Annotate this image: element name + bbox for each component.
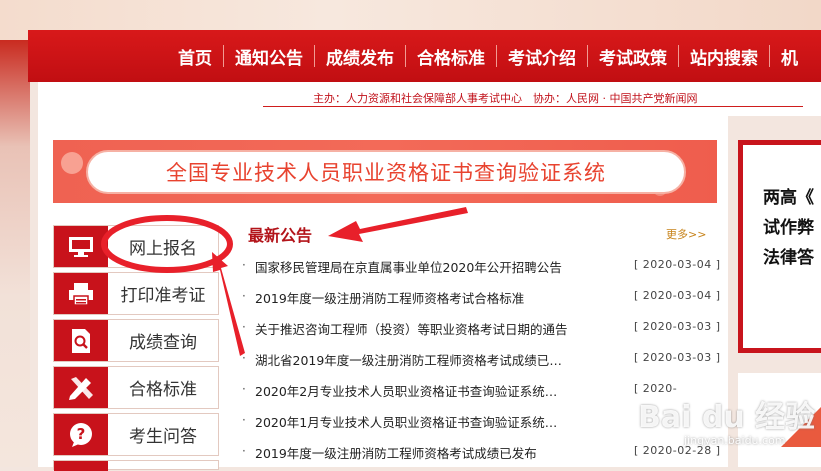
bullet: · — [242, 289, 246, 303]
sidebar-item-cut[interactable] — [53, 460, 219, 471]
sidebar-item-label: 合格标准 — [129, 380, 197, 400]
notice-date: [ 2020-03-04 ] — [634, 289, 721, 302]
search-document-icon — [54, 320, 108, 361]
notice-link[interactable]: 关于推迟咨询工程师（投资）等职业资格考试日期的通告 — [255, 319, 603, 338]
printer-icon — [54, 273, 108, 314]
notice-link[interactable]: 2020年1月专业技术人员职业资格证书查询验证系统… — [255, 412, 603, 431]
sidebar-item-label: 打印准考证 — [120, 286, 206, 306]
nav-notices[interactable]: 通知公告 — [235, 44, 326, 69]
nav-standards[interactable]: 合格标准 — [417, 44, 508, 69]
nav-site-search[interactable]: 站内搜索 — [690, 44, 781, 69]
nav-more-cut[interactable]: 机 — [781, 44, 798, 69]
sidebar-item-label: 网上报名 — [129, 239, 197, 259]
nav-exam-intro[interactable]: 考试介绍 — [508, 44, 599, 69]
notice-list: · 国家移民管理局在京直属事业单位2020年公开招聘公告 [ 2020-03-04 … — [242, 252, 720, 469]
certificate-verification-banner[interactable]: 全国专业技术人员职业资格证书查询验证系统 — [53, 140, 717, 203]
sidebar-item-score-query[interactable]: 成绩查询 — [53, 319, 219, 362]
notice-date: [ 2020- — [634, 382, 678, 395]
notice-date: [ 2020-02-28 ] — [634, 444, 721, 457]
notice-item[interactable]: · 2020年2月专业技术人员职业资格证书查询验证系统… [ 2020- — [242, 376, 714, 407]
sub-header: 主办：人力资源和社会保障部人事考试中心 协办：人民网 · 中国共产党新闻网 — [38, 82, 821, 116]
notice-date: [ 2020-03-04 ] — [634, 258, 721, 271]
notice-item[interactable]: · 关于推迟咨询工程师（投资）等职业资格考试日期的通告 [ 2020-03-03 ] — [242, 314, 720, 345]
nav-home[interactable]: 首页 — [178, 44, 235, 69]
right-panel-line: 两高《 — [763, 188, 814, 208]
notice-item[interactable]: · 湖北省2019年度一级注册消防工程师资格考试成绩已… [ 2020-03-03 … — [242, 345, 720, 376]
right-feature-panel[interactable]: 两高《 试作弊 法律答 — [738, 140, 821, 353]
page-background-left — [0, 40, 30, 467]
notice-item[interactable]: · 国家移民管理局在京直属事业单位2020年公开招聘公告 [ 2020-03-04 … — [242, 252, 720, 283]
bullet: · — [242, 413, 246, 427]
question-icon: ? — [54, 414, 108, 455]
sidebar-item-pass-standards[interactable]: 合格标准 — [53, 366, 219, 409]
sidebar-item-online-registration[interactable]: 网上报名 — [53, 225, 219, 268]
notice-item[interactable]: · 2019年度一级注册消防工程师资格考试合格标准 [ 2020-03-04 ] — [242, 283, 720, 314]
sidebar-item-print-admission[interactable]: 打印准考证 — [53, 272, 219, 315]
bullet: · — [242, 258, 246, 272]
latest-notices-title: 最新公告 — [248, 226, 313, 245]
bullet: · — [242, 444, 246, 458]
monitor-icon — [54, 226, 108, 267]
bullet: · — [242, 320, 246, 334]
notices-more-link[interactable]: 更多>> — [666, 226, 706, 242]
right-panel-line: 试作弊 — [763, 218, 814, 238]
sidebar-item-label: 考生问答 — [129, 427, 197, 447]
notice-date: [ 2020-03-03 ] — [634, 351, 721, 364]
notice-link[interactable]: 2020年2月专业技术人员职业资格证书查询验证系统… — [255, 381, 603, 400]
sidebar-icon-cut — [54, 461, 108, 471]
banner-title: 全国专业技术人员职业资格证书查询验证系统 — [86, 150, 686, 194]
main-nav: 首页 通知公告 成绩发布 合格标准 考试介绍 考试政策 站内搜索 机 — [28, 30, 821, 82]
notice-link[interactable]: 国家移民管理局在京直属事业单位2020年公开招聘公告 — [255, 257, 603, 276]
notice-date: [ 2020-03-03 ] — [634, 320, 721, 333]
notice-item[interactable]: · 2020年1月专业技术人员职业资格证书查询验证系统… — [242, 407, 714, 438]
panel-corner-decoration — [781, 407, 821, 447]
organizer-credits: 主办：人力资源和社会保障部人事考试中心 协办：人民网 · 中国共产党新闻网 — [263, 93, 803, 107]
nav-scores[interactable]: 成绩发布 — [326, 44, 417, 69]
bullet: · — [242, 382, 246, 396]
svg-text:?: ? — [77, 425, 86, 443]
nav-exam-policy[interactable]: 考试政策 — [599, 44, 690, 69]
notice-link[interactable]: 2019年度一级注册消防工程师资格考试合格标准 — [255, 288, 603, 307]
sidebar-item-candidate-qa[interactable]: ? 考生问答 — [53, 413, 219, 456]
sidebar-item-label: 成绩查询 — [129, 333, 197, 353]
pencil-ruler-icon — [54, 367, 108, 408]
right-panel-line: 法律答 — [763, 248, 814, 268]
notice-link[interactable]: 湖北省2019年度一级注册消防工程师资格考试成绩已… — [255, 350, 603, 369]
bullet: · — [242, 351, 246, 365]
banner-decoration-dot — [61, 152, 83, 174]
notice-link[interactable]: 2019年度一级注册消防工程师资格考试成绩已发布 — [255, 443, 603, 462]
notice-item[interactable]: · 2019年度一级注册消防工程师资格考试成绩已发布 [ 2020-02-28 ] — [242, 438, 720, 469]
right-secondary-panel[interactable] — [738, 373, 821, 467]
